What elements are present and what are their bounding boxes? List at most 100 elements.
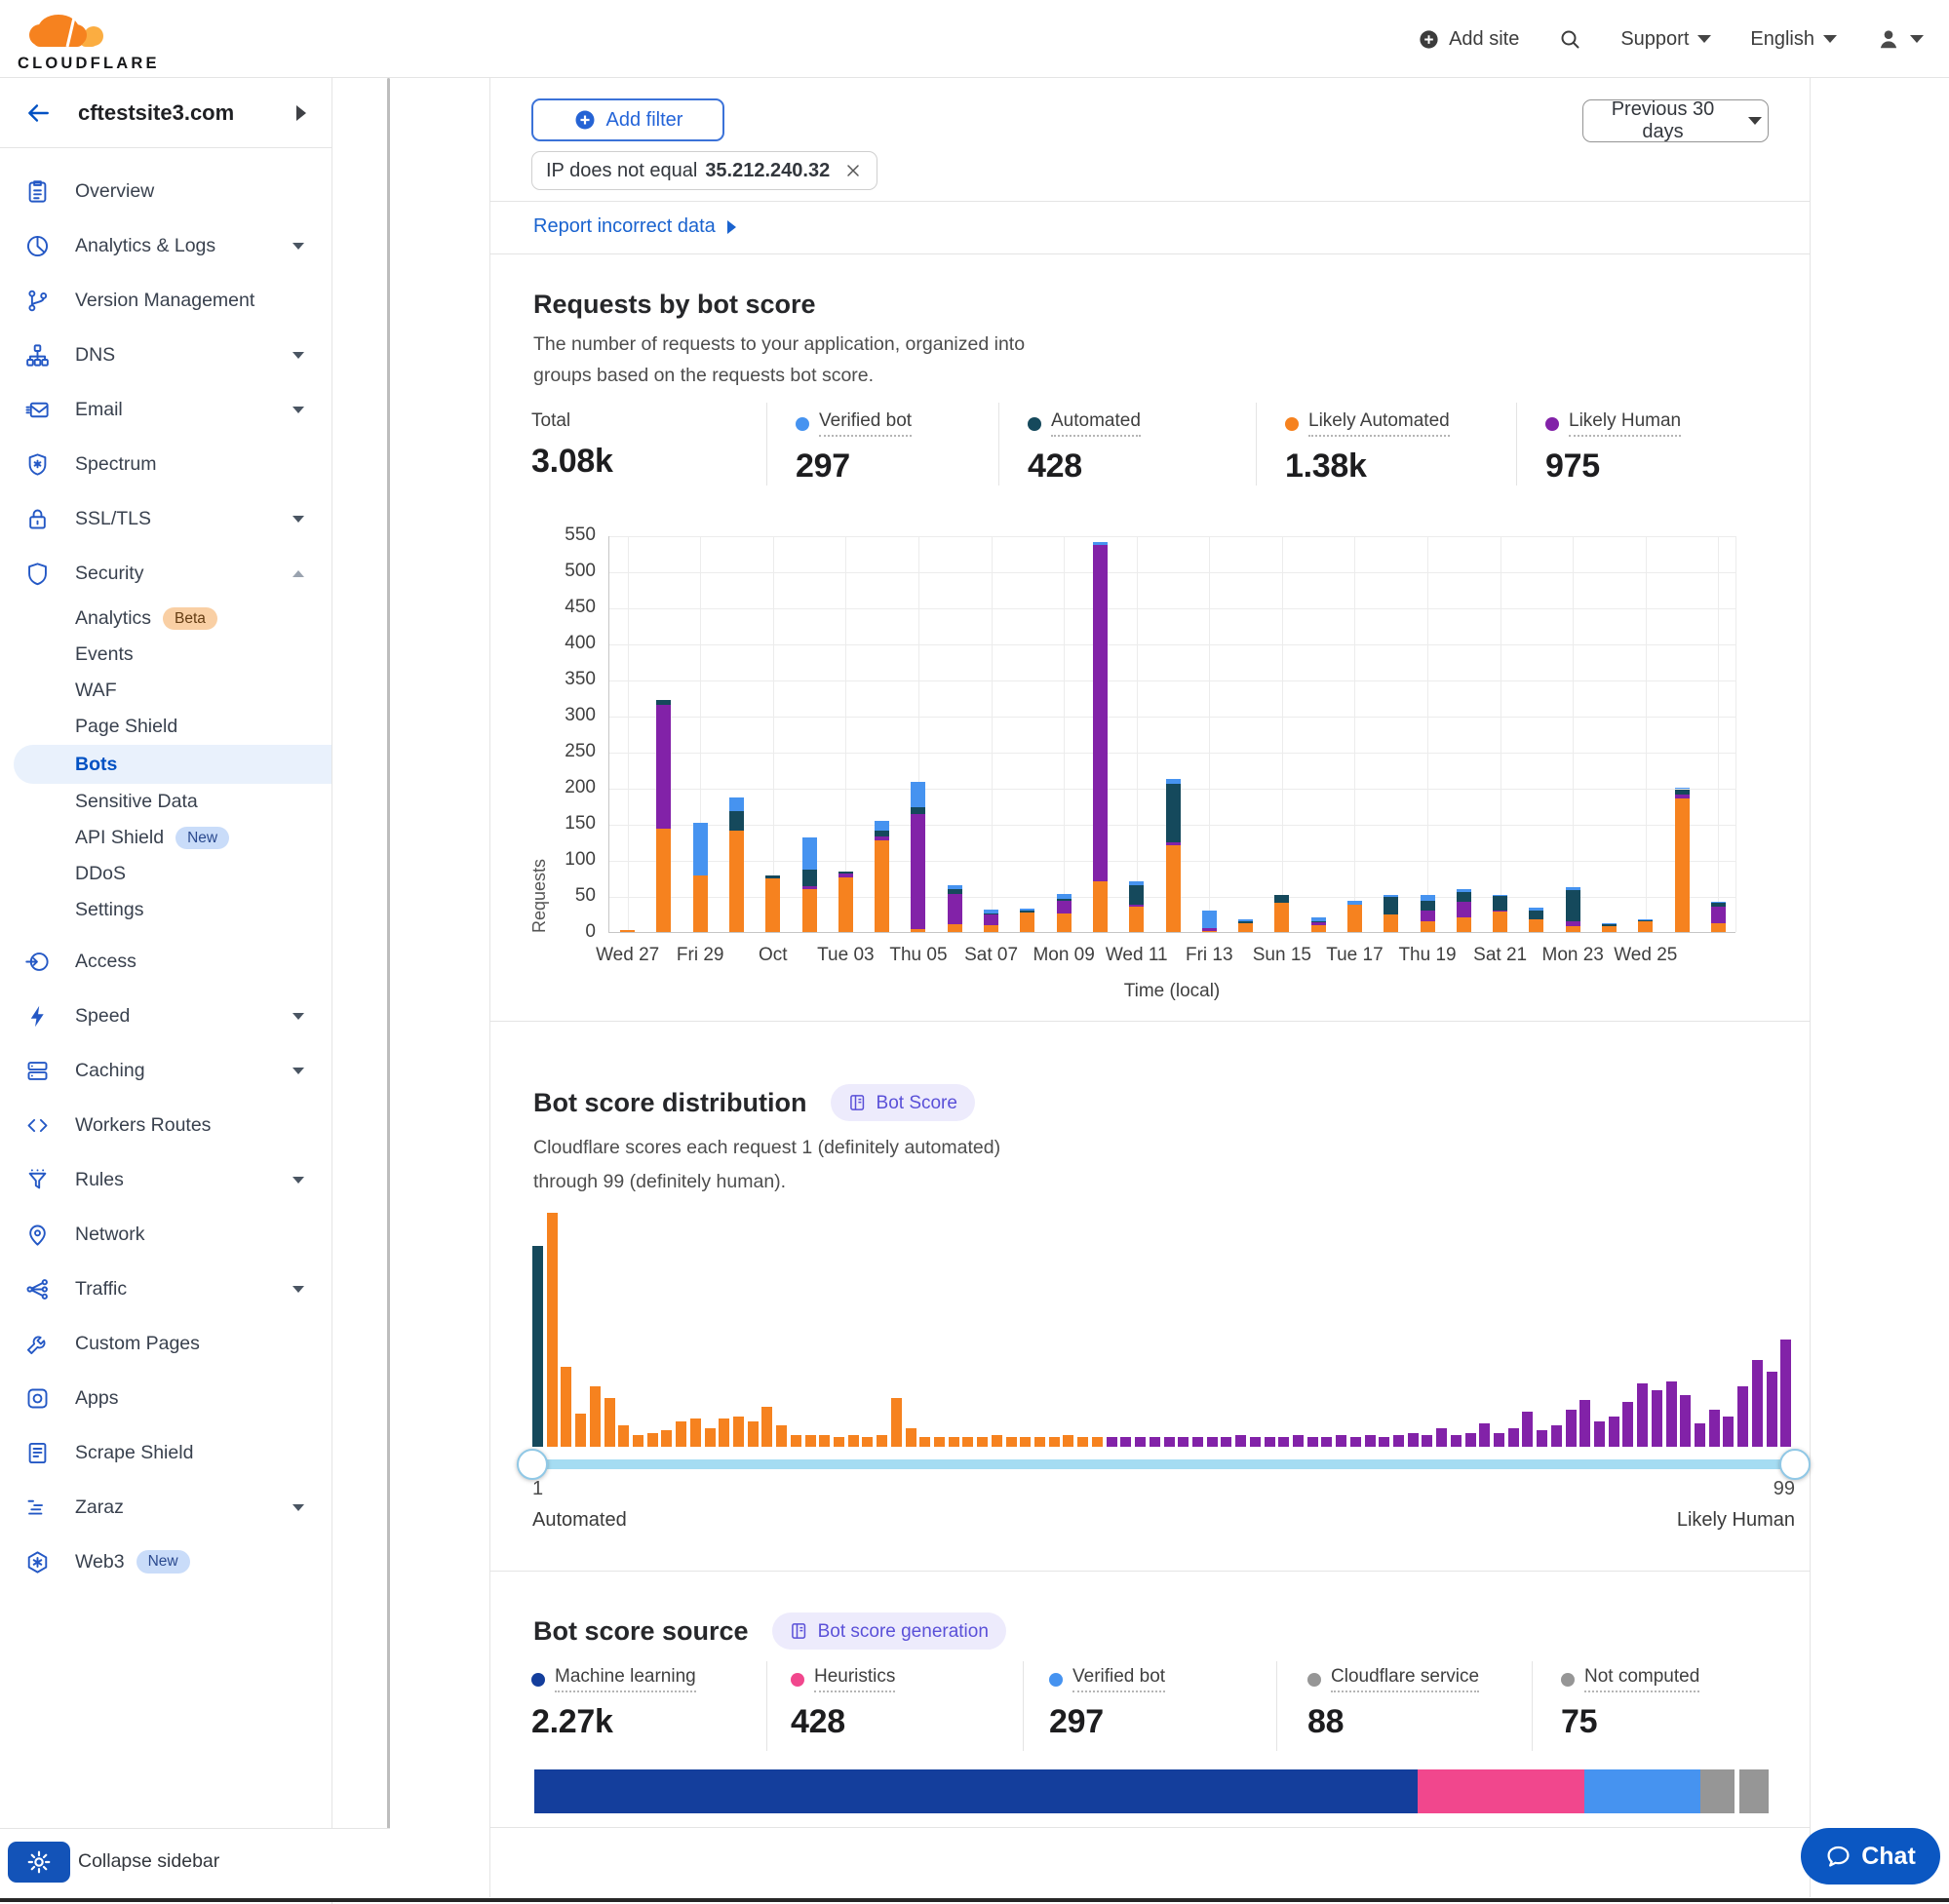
slider-handle-min[interactable] [517, 1449, 548, 1480]
sidebar-item-caching[interactable]: Caching [0, 1043, 331, 1098]
bot-score-histogram [532, 1213, 1795, 1447]
stat-label: Automated [1028, 410, 1141, 437]
sidebar-item-zaraz[interactable]: Zaraz [0, 1480, 331, 1535]
sidebar-item-overview[interactable]: Overview [0, 164, 331, 218]
sidebar-item-ddos[interactable]: DDoS [0, 856, 331, 892]
histogram-bar [934, 1437, 945, 1447]
sidebar-item-web3[interactable]: Web3New [0, 1535, 331, 1589]
legend-dot-machine-learning [531, 1673, 545, 1687]
chevron-down-icon[interactable] [292, 1013, 304, 1020]
slider-handle-max[interactable] [1779, 1449, 1811, 1480]
sidebar-item-label: SSL/TLS [75, 508, 151, 530]
sidebar-item-label: Caching [75, 1060, 145, 1082]
legend-dot-automated [1028, 417, 1041, 431]
settings-gear-button[interactable] [8, 1842, 70, 1883]
window-bottom-edge [0, 1898, 1949, 1902]
language-menu[interactable]: English [1750, 28, 1837, 51]
slider-min-caption: Automated [532, 1509, 627, 1532]
chevron-down-icon[interactable] [292, 407, 304, 413]
sidebar-item-bots[interactable]: Bots [14, 745, 331, 784]
histogram-bar [862, 1437, 873, 1447]
chevron-down-icon[interactable] [292, 1068, 304, 1074]
back-arrow-icon[interactable] [25, 100, 51, 126]
sidebar-item-scrape-shield[interactable]: Scrape Shield [0, 1425, 331, 1480]
bot-score-badge[interactable]: Bot Score [831, 1084, 975, 1121]
date-range-dropdown[interactable]: Previous 30 days [1582, 99, 1769, 142]
sidebar-item-spectrum[interactable]: Spectrum [0, 437, 331, 491]
collapse-sidebar-button[interactable]: Collapse sidebar [78, 1850, 219, 1873]
chevron-up-icon[interactable] [292, 570, 304, 577]
search-button[interactable] [1558, 27, 1581, 51]
sidebar-item-custom-pages[interactable]: Custom Pages [0, 1316, 331, 1371]
sidebar-item-page-shield[interactable]: Page Shield [0, 709, 331, 745]
sidebar-item-speed[interactable]: Speed [0, 989, 331, 1043]
histogram-bar [1077, 1437, 1088, 1447]
stat-divider [1256, 403, 1257, 486]
add-filter-button[interactable]: Add filter [531, 98, 724, 141]
bar-fri-27-automated [1711, 903, 1726, 907]
sidebar-item-ssl-tls[interactable]: SSL/TLS [0, 491, 331, 546]
account-menu[interactable] [1876, 26, 1924, 52]
sidebar-item-apps[interactable]: Apps [0, 1371, 331, 1425]
gridline-v [1354, 536, 1355, 932]
y-axis-tick: 50 [537, 885, 596, 907]
chat-button[interactable]: Chat [1801, 1828, 1940, 1885]
chevron-down-icon[interactable] [292, 1286, 304, 1293]
logo-wordmark: CLOUDFLARE [18, 55, 135, 73]
chevron-down-icon[interactable] [292, 352, 304, 359]
score-range-slider-track[interactable] [532, 1459, 1795, 1469]
gridline-v [992, 536, 993, 932]
sidebar-item-access[interactable]: Access [0, 934, 331, 989]
bar-mon-23-likely-automated [1566, 926, 1580, 932]
chevron-down-icon[interactable] [292, 1504, 304, 1511]
sidebar-item-rules[interactable]: Rules [0, 1152, 331, 1207]
histogram-bar [1695, 1423, 1705, 1447]
cloudflare-logo[interactable]: CLOUDFLARE [18, 4, 135, 73]
bar-fri-13-likely-human [1202, 928, 1217, 931]
scrollbar[interactable] [387, 78, 390, 1898]
sidebar-item-waf[interactable]: WAF [0, 673, 331, 709]
sidebar-item-email[interactable]: Email [0, 382, 331, 437]
sidebar-item-analytics-logs[interactable]: Analytics & Logs [0, 218, 331, 273]
bar-sat-21-likely-automated [1493, 912, 1507, 932]
sidebar-item-api-shield[interactable]: API ShieldNew [0, 820, 331, 856]
bar-thu-05-verified-bot [911, 782, 925, 807]
add-site-button[interactable]: Add site [1418, 28, 1519, 51]
sidebar-item-sensitive-data[interactable]: Sensitive Data [0, 784, 331, 820]
chevron-down-icon[interactable] [292, 516, 304, 523]
sidebar-item-dns[interactable]: DNS [0, 328, 331, 382]
site-selector[interactable]: cftestsite3.com [0, 78, 331, 148]
chevron-down-icon[interactable] [292, 243, 304, 250]
filter-chip[interactable]: IP does not equal 35.212.240.32 [531, 151, 877, 190]
sidebar-item-events[interactable]: Events [0, 637, 331, 673]
sidebar-item-traffic[interactable]: Traffic [0, 1262, 331, 1316]
histogram-bar [1020, 1437, 1031, 1447]
bar-thu-19-verified-bot [1421, 895, 1435, 902]
sidebar-item-settings[interactable]: Settings [0, 892, 331, 928]
histogram-bar [1652, 1390, 1662, 1447]
support-menu[interactable]: Support [1620, 28, 1711, 51]
histogram-bar [618, 1425, 629, 1447]
histogram-bar [690, 1418, 701, 1447]
bar-thu-26-automated [1675, 790, 1690, 796]
histogram-bar [1192, 1437, 1203, 1447]
close-icon[interactable] [843, 161, 863, 180]
report-incorrect-data-link[interactable]: Report incorrect data [533, 215, 736, 238]
add-site-label: Add site [1449, 28, 1519, 51]
sidebar-item-version-management[interactable]: Version Management [0, 273, 331, 328]
bot-score-source-card: Bot score source Bot score generation Ma… [490, 1572, 1810, 1828]
bot-score-generation-badge[interactable]: Bot score generation [772, 1613, 1006, 1650]
chevron-down-icon[interactable] [292, 1177, 304, 1184]
histogram-bar [1164, 1437, 1175, 1447]
sidebar-item-security[interactable]: Security [0, 546, 331, 601]
chevron-right-icon[interactable] [296, 105, 306, 121]
sidebar-item-network[interactable]: Network [0, 1207, 331, 1262]
date-range-label: Previous 30 days [1589, 98, 1736, 143]
sidebar-item-analytics[interactable]: AnalyticsBeta [0, 601, 331, 637]
stat-label-text: Machine learning [555, 1666, 696, 1692]
card-description: Cloudflare scores each request 1 (defini… [533, 1131, 1000, 1199]
sidebar-item-workers-routes[interactable]: Workers Routes [0, 1098, 331, 1152]
gear-icon [26, 1849, 52, 1875]
bar-thu-05-automated [911, 807, 925, 814]
histogram-bar [1235, 1435, 1246, 1447]
